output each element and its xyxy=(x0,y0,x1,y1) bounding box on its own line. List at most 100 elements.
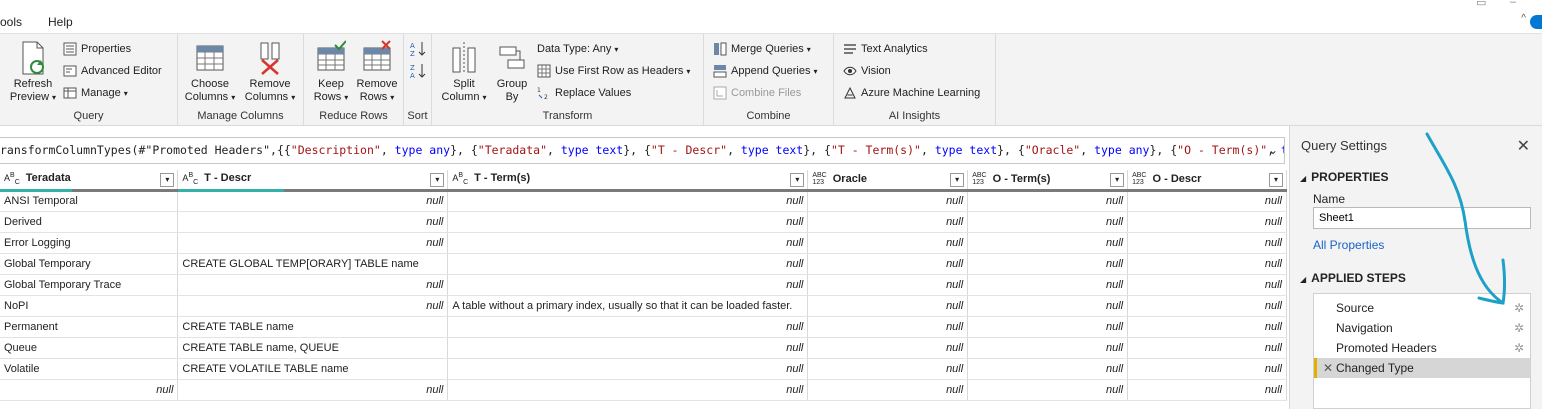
table-cell[interactable]: Queue xyxy=(0,337,179,359)
table-cell[interactable]: null xyxy=(1127,379,1287,401)
table-cell[interactable]: null xyxy=(177,232,449,254)
help-icon[interactable] xyxy=(1530,15,1542,29)
step-promoted-headers[interactable]: Promoted Headers ✲ xyxy=(1314,338,1530,358)
table-cell[interactable]: null xyxy=(967,295,1129,317)
filter-dropdown-icon[interactable]: ▾ xyxy=(790,173,805,187)
table-cell[interactable]: null xyxy=(807,358,969,380)
table-cell[interactable]: null xyxy=(1127,337,1287,359)
table-cell[interactable]: null xyxy=(967,274,1129,296)
table-cell[interactable]: null xyxy=(1127,316,1287,338)
table-cell[interactable]: null xyxy=(1127,211,1287,233)
table-cell[interactable]: null xyxy=(0,379,179,401)
table-cell[interactable]: null xyxy=(1127,232,1287,254)
table-cell[interactable]: null xyxy=(1127,295,1287,317)
filter-dropdown-icon[interactable]: ▾ xyxy=(160,173,175,187)
menu-tools[interactable]: ools xyxy=(0,15,22,29)
table-cell[interactable]: null xyxy=(177,190,449,212)
menu-help[interactable]: Help xyxy=(48,15,73,29)
keep-rows-button[interactable]: Keep Rows ▾ xyxy=(308,40,354,104)
table-cell[interactable]: null xyxy=(807,379,969,401)
table-cell[interactable]: null xyxy=(967,316,1129,338)
step-source[interactable]: Source ✲ xyxy=(1314,298,1530,318)
table-cell[interactable]: CREATE GLOBAL TEMP[ORARY] TABLE name xyxy=(177,253,449,275)
restore-icon[interactable]: ▭ xyxy=(1476,0,1486,9)
table-cell[interactable]: null xyxy=(447,274,809,296)
vision-button[interactable]: Vision xyxy=(843,62,891,80)
table-cell[interactable]: NoPI xyxy=(0,295,179,317)
table-cell[interactable]: null xyxy=(177,211,449,233)
table-cell[interactable]: null xyxy=(967,358,1129,380)
table-cell[interactable]: null xyxy=(447,379,809,401)
group-by-button[interactable]: Group By xyxy=(492,40,532,104)
table-cell[interactable]: Derived xyxy=(0,211,179,233)
table-cell[interactable]: null xyxy=(807,316,969,338)
any-type-icon[interactable]: ABC 123 xyxy=(1132,172,1146,186)
any-type-icon[interactable]: ABC 123 xyxy=(972,172,986,186)
properties-button[interactable]: Properties xyxy=(63,40,131,58)
table-cell[interactable]: null xyxy=(807,274,969,296)
formula-expand-icon[interactable]: ⌄ xyxy=(1268,138,1278,163)
azure-ml-button[interactable]: Azure Machine Learning xyxy=(843,84,980,102)
table-cell[interactable]: null xyxy=(447,211,809,233)
remove-rows-button[interactable]: Remove Rows ▾ xyxy=(352,40,402,104)
text-type-icon[interactable]: ABC xyxy=(182,172,198,186)
table-cell[interactable]: null xyxy=(807,337,969,359)
table-cell[interactable]: null xyxy=(1127,274,1287,296)
table-cell[interactable]: null xyxy=(967,379,1129,401)
table-cell[interactable]: CREATE TABLE name, QUEUE xyxy=(177,337,449,359)
split-column-button[interactable]: Split Column ▾ xyxy=(438,40,490,104)
formula-bar[interactable]: ransformColumnTypes(#"Promoted Headers",… xyxy=(0,137,1285,164)
query-name-input[interactable] xyxy=(1313,207,1531,229)
refresh-preview-button[interactable]: Refresh Preview ▾ xyxy=(8,40,58,104)
table-cell[interactable]: null xyxy=(177,274,449,296)
minimize-icon[interactable]: – xyxy=(1510,0,1516,8)
column-header[interactable]: ABC 123 Oracle ▾ xyxy=(807,170,969,192)
table-cell[interactable]: null xyxy=(447,232,809,254)
table-cell[interactable]: A table without a primary index, usually… xyxy=(447,295,809,317)
table-cell[interactable]: null xyxy=(1127,358,1287,380)
data-type-dropdown[interactable]: Data Type: Any ▾ xyxy=(537,40,618,58)
table-cell[interactable]: null xyxy=(807,295,969,317)
column-header[interactable]: ABC Teradata ▾ xyxy=(0,170,179,192)
ribbon-collapse-icon[interactable]: ^ xyxy=(1521,13,1526,24)
merge-queries-button[interactable]: Merge Queries ▾ xyxy=(713,40,811,58)
choose-columns-button[interactable]: Choose Columns ▾ xyxy=(182,40,238,104)
column-header[interactable]: ABC T - Term(s) ▾ xyxy=(447,170,809,192)
step-navigation[interactable]: Navigation ✲ xyxy=(1314,318,1530,338)
gear-icon[interactable]: ✲ xyxy=(1514,318,1524,338)
sort-descending-button[interactable]: ZA xyxy=(409,62,431,80)
table-cell[interactable]: null xyxy=(807,211,969,233)
filter-dropdown-icon[interactable]: ▾ xyxy=(430,173,445,187)
advanced-editor-button[interactable]: Advanced Editor xyxy=(63,62,162,80)
combine-files-button[interactable]: Combine Files xyxy=(713,84,801,102)
table-cell[interactable]: Global Temporary xyxy=(0,253,179,275)
any-type-icon[interactable]: ABC 123 xyxy=(812,172,826,186)
column-header[interactable]: ABC T - Descr ▾ xyxy=(177,170,449,192)
table-cell[interactable]: null xyxy=(447,190,809,212)
table-cell[interactable]: CREATE VOLATILE TABLE name xyxy=(177,358,449,380)
column-header[interactable]: ABC 123 O - Descr ▾ xyxy=(1127,170,1287,192)
table-cell[interactable]: null xyxy=(447,253,809,275)
gear-icon[interactable]: ✲ xyxy=(1514,338,1524,358)
table-cell[interactable]: ANSI Temporal xyxy=(0,190,179,212)
delete-step-icon[interactable]: ✕ xyxy=(1323,358,1333,378)
manage-button[interactable]: Manage ▾ xyxy=(63,84,128,102)
column-header[interactable]: ABC 123 O - Term(s) ▾ xyxy=(967,170,1129,192)
filter-dropdown-icon[interactable]: ▾ xyxy=(1269,173,1283,187)
replace-values-button[interactable]: 12 Replace Values xyxy=(537,84,631,102)
table-cell[interactable]: Volatile xyxy=(0,358,179,380)
text-type-icon[interactable]: ABC xyxy=(452,172,468,186)
text-type-icon[interactable]: ABC xyxy=(4,172,20,186)
sort-ascending-button[interactable]: AZ xyxy=(409,40,431,58)
table-cell[interactable]: null xyxy=(447,316,809,338)
all-properties-link[interactable]: All Properties xyxy=(1313,238,1384,252)
applied-steps-section-header[interactable]: ◢ APPLIED STEPS xyxy=(1300,271,1406,285)
table-cell[interactable]: Permanent xyxy=(0,316,179,338)
close-icon[interactable]: ✕ xyxy=(1517,136,1530,156)
table-cell[interactable]: Global Temporary Trace xyxy=(0,274,179,296)
table-cell[interactable]: null xyxy=(807,232,969,254)
filter-dropdown-icon[interactable]: ▾ xyxy=(950,173,965,187)
table-cell[interactable]: null xyxy=(967,211,1129,233)
step-changed-type[interactable]: ✕ Changed Type xyxy=(1314,358,1530,378)
table-cell[interactable]: null xyxy=(967,232,1129,254)
